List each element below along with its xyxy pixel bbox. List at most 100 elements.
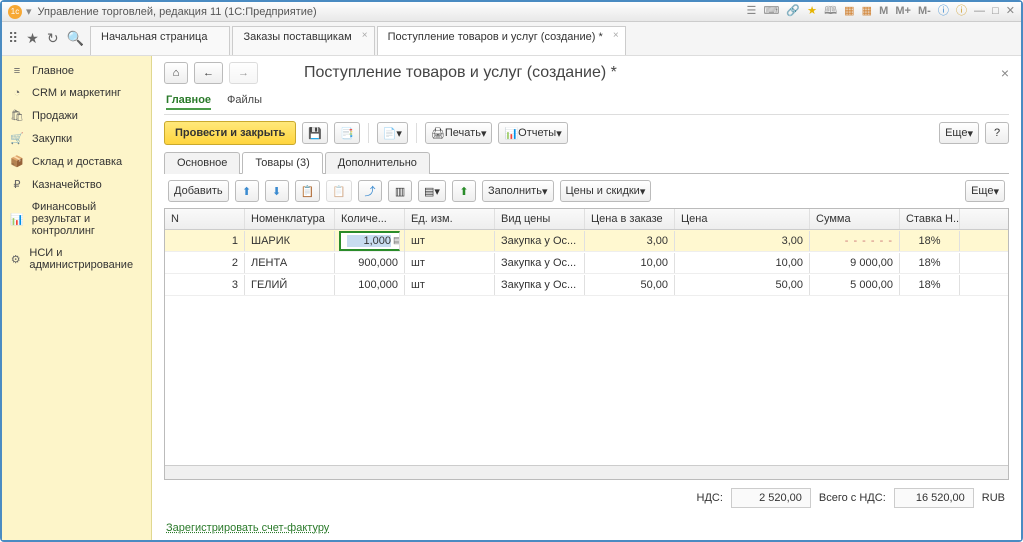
info2-icon[interactable]: ⓘ	[956, 5, 967, 17]
table-row[interactable]: 1 ШАРИК ▤ шт Закупка у Ос... 3,00 3,00 -…	[165, 230, 1008, 252]
icon[interactable]: 🕮	[824, 5, 837, 17]
spinner-icon[interactable]: ▤	[393, 235, 400, 246]
col-n[interactable]: N	[165, 209, 245, 229]
move-down-button[interactable]: ⬇	[265, 180, 289, 202]
post-and-close-button[interactable]: Провести и закрыть	[164, 121, 296, 145]
col-unit[interactable]: Ед. изм.	[405, 209, 495, 229]
col-nomenclature[interactable]: Номенклатура	[245, 209, 335, 229]
info-icon[interactable]: ⓘ	[938, 5, 949, 17]
inner-tab-extra[interactable]: Дополнительно	[325, 152, 430, 174]
back-button[interactable]: ←	[194, 62, 223, 84]
sidebar-item-finance[interactable]: 📊Финансовый результат и контроллинг	[2, 196, 151, 242]
prices-button[interactable]: Цены и скидки ▾	[560, 180, 652, 202]
sidebar-item-sales[interactable]: 🛍Продажи	[2, 104, 151, 127]
subtab-main[interactable]: Главное	[166, 92, 211, 110]
sidebar-item-warehouse[interactable]: 📦Склад и доставка	[2, 150, 151, 173]
create-based-button[interactable]: 📄▾	[377, 122, 408, 144]
paste-button[interactable]: 📋	[326, 180, 352, 202]
command-bar: Провести и закрыть 💾 📑 📄▾ 🖨 Печать ▾ 📊 О…	[164, 121, 1009, 145]
bag-icon: 🛍	[10, 109, 24, 122]
tab-start[interactable]: Начальная страница	[90, 26, 230, 55]
col-sum[interactable]: Сумма	[810, 209, 900, 229]
sidebar-item-treasury[interactable]: ₽Казначейство	[2, 173, 151, 196]
col-order-price[interactable]: Цена в заказе	[585, 209, 675, 229]
icon[interactable]: ⌨	[763, 5, 779, 17]
col-price[interactable]: Цена	[675, 209, 810, 229]
add-row-button[interactable]: Добавить	[168, 180, 229, 202]
home-button[interactable]: ⌂	[164, 62, 188, 84]
fill-button[interactable]: Заполнить ▾	[482, 180, 554, 202]
maximize-button[interactable]: □	[992, 5, 999, 17]
bars-icon: 📊	[10, 213, 24, 226]
col-price-type[interactable]: Вид цены	[495, 209, 585, 229]
barcode-button[interactable]: ▥	[388, 180, 412, 202]
sidebar-item-purchases[interactable]: 🛒Закупки	[2, 127, 151, 150]
horizontal-scrollbar[interactable]	[165, 465, 1008, 479]
sidebar-item-crm[interactable]: ◔CRM и маркетинг	[2, 82, 151, 104]
chart-icon: ◔	[10, 87, 24, 99]
sidebar-item-nsi[interactable]: ⚙НСИ и администрирование	[2, 242, 151, 276]
tab-receipt[interactable]: Поступление товаров и услуг (создание) *…	[377, 26, 626, 55]
save-button[interactable]: 💾	[302, 122, 328, 144]
copy-button[interactable]: 📋	[295, 180, 321, 202]
calendar-icon[interactable]: ▦	[862, 5, 872, 17]
share-button[interactable]: ⤴	[358, 180, 382, 202]
grid-toolbar: Добавить ⬆ ⬇ 📋 📋 ⤴ ▥ ▤▾ ⬆ Заполнить ▾ Це…	[164, 174, 1009, 208]
window-title: Управление торговлей, редакция 11 (1С:Пр…	[38, 6, 743, 18]
star-icon[interactable]: ★	[807, 5, 817, 17]
tab-orders[interactable]: Заказы поставщикам×	[232, 26, 374, 55]
close-document-button[interactable]: ×	[1001, 65, 1009, 81]
minimize-button[interactable]: —	[974, 5, 985, 17]
grid-body[interactable]: 1 ШАРИК ▤ шт Закупка у Ос... 3,00 3,00 -…	[165, 230, 1008, 465]
subtab-files[interactable]: Файлы	[227, 92, 262, 110]
more-button[interactable]: Еще ▾	[939, 122, 979, 144]
help-button[interactable]: ?	[985, 122, 1009, 144]
quantity-input[interactable]	[347, 235, 391, 247]
close-icon[interactable]: ×	[613, 30, 619, 41]
totals-footer: НДС: 2 520,00 Всего с НДС: 16 520,00 RUB	[164, 480, 1009, 516]
move-up-button[interactable]: ⬆	[235, 180, 259, 202]
icon[interactable]: 🔗	[786, 5, 800, 17]
close-button[interactable]: ✕	[1006, 5, 1015, 17]
register-invoice-link[interactable]: Зарегистрировать счет-фактуру	[164, 516, 1009, 540]
ruble-icon: ₽	[10, 178, 24, 191]
col-quantity[interactable]: Количе...	[335, 209, 405, 229]
document-area: ⌂ ← → Поступление товаров и услуг (созда…	[152, 56, 1021, 540]
document-title: Поступление товаров и услуг (создание) *	[304, 64, 617, 82]
forward-button[interactable]: →	[229, 62, 258, 84]
system-tray: ☰ ⌨ 🔗 ★ 🕮 ▦ ▦ M M+ M- ⓘ ⓘ — □ ✕	[743, 2, 1015, 21]
arrow-down-icon[interactable]: ▾	[26, 5, 32, 18]
icon[interactable]: ☰	[747, 5, 757, 17]
m-minus-icon[interactable]: M-	[918, 5, 931, 17]
titlebar: 1c ▾ Управление торговлей, редакция 11 (…	[2, 2, 1021, 22]
quantity-cell-editing[interactable]: ▤	[335, 230, 405, 253]
table-row[interactable]: 3 ГЕЛИЙ 100,000 шт Закупка у Ос... 50,00…	[165, 274, 1008, 296]
inner-tab-basic[interactable]: Основное	[164, 152, 240, 174]
import-button[interactable]: ⬆	[452, 180, 476, 202]
grid-more-button[interactable]: Еще ▾	[965, 180, 1005, 202]
history-icon[interactable]: ↻	[47, 30, 59, 47]
apps-icon[interactable]: ⠿	[8, 30, 18, 47]
print-button[interactable]: 🖨 Печать ▾	[425, 122, 493, 144]
star-icon[interactable]: ★	[26, 30, 39, 47]
app-icon: 1c	[8, 5, 22, 19]
post-button[interactable]: 📑	[334, 122, 360, 144]
close-icon[interactable]: ×	[362, 30, 368, 41]
top-tabs: Начальная страница Заказы поставщикам× П…	[90, 22, 628, 55]
inner-tabs: Основное Товары (3) Дополнительно	[164, 151, 1009, 174]
search-icon[interactable]: 🔍	[67, 30, 84, 47]
list-button[interactable]: ▤▾	[418, 180, 446, 202]
m-plus-icon[interactable]: M+	[895, 5, 911, 17]
goods-grid: N Номенклатура Количе... Ед. изм. Вид це…	[164, 208, 1009, 480]
nds-value: 2 520,00	[731, 488, 811, 508]
col-vat[interactable]: Ставка Н...	[900, 209, 960, 229]
sidebar-item-main[interactable]: ≡Главное	[2, 60, 151, 82]
total-value: 16 520,00	[894, 488, 974, 508]
currency-label: RUB	[982, 492, 1005, 504]
m-icon[interactable]: M	[879, 5, 888, 17]
document-subtabs: Главное Файлы	[164, 88, 1009, 115]
calc-icon[interactable]: ▦	[844, 5, 854, 17]
reports-button[interactable]: 📊 Отчеты ▾	[498, 122, 567, 144]
inner-tab-goods[interactable]: Товары (3)	[242, 152, 322, 174]
table-row[interactable]: 2 ЛЕНТА 900,000 шт Закупка у Ос... 10,00…	[165, 252, 1008, 274]
